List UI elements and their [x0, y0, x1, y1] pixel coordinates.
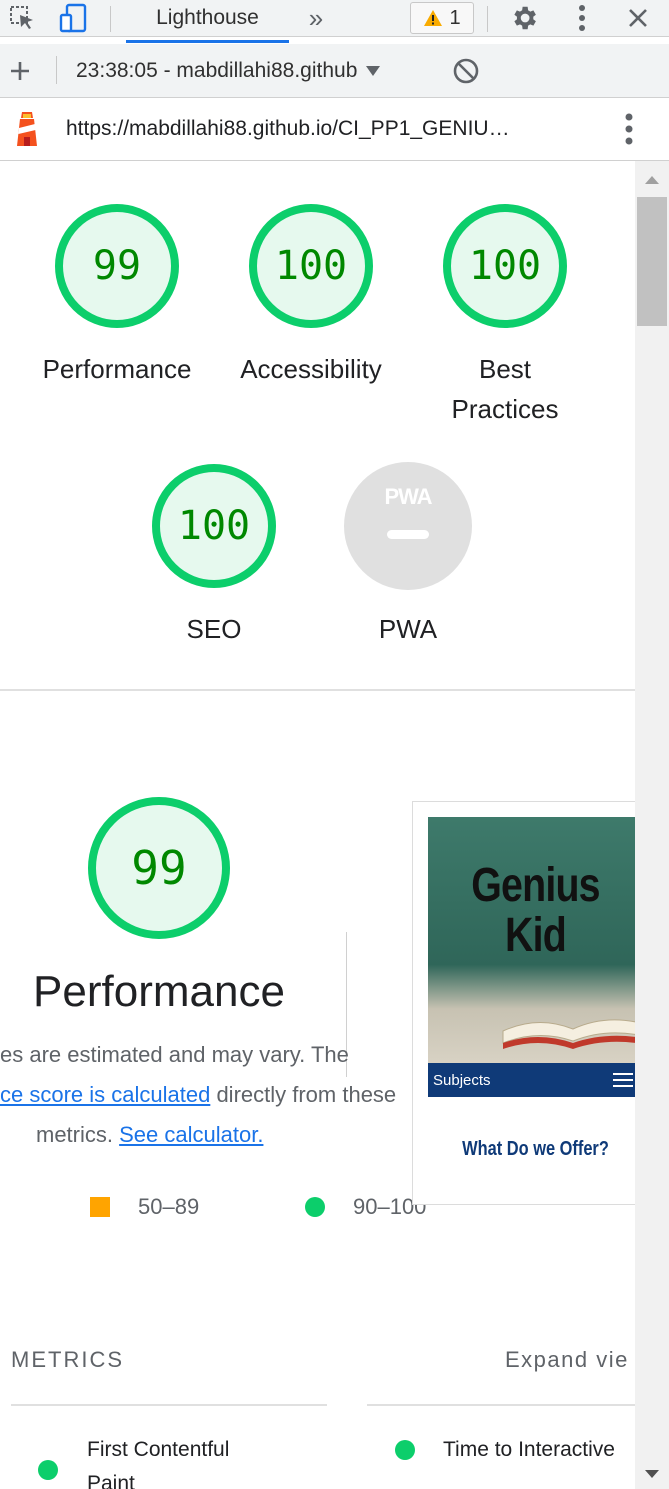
best-practices-gauge[interactable]: 100 [441, 202, 569, 330]
performance-score: 99 [92, 243, 142, 289]
pass-circle-icon [305, 1197, 325, 1217]
score-calculated-link[interactable]: ce score is calculated [0, 1082, 210, 1107]
open-book-icon [502, 1019, 635, 1049]
see-calculator-link[interactable]: See calculator. [119, 1122, 263, 1147]
screenshot-title-line2: Kid [505, 909, 567, 962]
close-icon[interactable] [620, 0, 656, 36]
screenshot-hero-image: Genius Kid [428, 817, 635, 1063]
inspect-element-icon[interactable] [2, 0, 42, 36]
warnings-counter[interactable]: 1 [410, 2, 474, 34]
seo-label: SEO [186, 614, 242, 644]
screenshot-navbar: Subjects [428, 1063, 635, 1097]
report-selector-label: 23:38:05 - mabdillahi88.github [76, 58, 358, 82]
metrics-header: METRICS [11, 1347, 124, 1372]
toolbar-divider [110, 6, 111, 32]
tti-label: Time to Interactive [443, 1438, 615, 1461]
fcp-status-icon [38, 1460, 58, 1480]
screenshot-site-title: Genius Kid [447, 861, 623, 961]
performance-gauge[interactable]: 99 [53, 202, 181, 330]
metric-first-contentful-paint: First Contentful Paint [87, 1433, 229, 1489]
warning-icon [424, 10, 443, 26]
device-toolbar-icon[interactable] [52, 0, 96, 36]
accessibility-score: 100 [274, 243, 348, 289]
more-options-icon[interactable] [566, 0, 598, 36]
pwa-label: PWA [378, 614, 438, 644]
settings-gear-icon[interactable] [504, 0, 544, 36]
performance-description-line1: es are estimated and may vary. The [0, 1042, 349, 1067]
final-screenshot[interactable]: Genius Kid Subjects What Do we Offer? [412, 801, 635, 1205]
performance-description-line2: ce score is calculated directly from the… [0, 1082, 396, 1108]
report-url-bar: https://mabdillahi88.github.io/CI_PP1_GE… [0, 98, 669, 161]
best-practices-label-line1: Best [478, 354, 532, 384]
toolbar-divider [487, 6, 488, 32]
scrollbar-thumb[interactable] [637, 197, 667, 326]
tti-status-icon [395, 1440, 415, 1460]
average-square-icon [90, 1197, 110, 1217]
metric-divider [367, 1404, 635, 1406]
report-selector[interactable]: 23:38:05 - mabdillahi88.github [76, 44, 381, 97]
lighthouse-toolbar: 23:38:05 - mabdillahi88.github [0, 44, 669, 98]
pwa-gauge[interactable]: PWA [344, 462, 472, 590]
performance-title: Performance [33, 967, 285, 1016]
seo-score: 100 [177, 503, 251, 549]
lighthouse-logo-icon [8, 98, 46, 160]
accessibility-label: Accessibility [240, 354, 382, 384]
best-practices-score: 100 [468, 243, 542, 289]
screenshot-title-line1: Genius [471, 859, 600, 912]
fcp-label-line1: First Contentful [87, 1438, 230, 1461]
expand-view-button[interactable]: Expand vie [505, 1347, 629, 1373]
seo-gauge[interactable]: 100 [150, 462, 278, 590]
devtools-main-toolbar: Lighthouse » 1 [0, 0, 669, 37]
performance-description-line2-rest: directly from these [210, 1082, 397, 1107]
screenshot-nav-label: Subjects [433, 1071, 491, 1089]
legend-average: 50–89 [90, 1194, 199, 1220]
pwa-badge-text: PWA [384, 484, 432, 509]
best-practices-label: Best Practices [415, 349, 595, 429]
performance-description-line3: metrics. See calculator. [36, 1122, 263, 1148]
metrics-text: metrics. [36, 1122, 113, 1147]
accessibility-gauge[interactable]: 100 [247, 202, 375, 330]
active-tab-indicator [126, 40, 289, 43]
tab-lighthouse[interactable]: Lighthouse [126, 0, 289, 36]
warning-count: 1 [449, 6, 461, 29]
lighthouse-report: 99 Performance 100 Accessibility 100 Bes… [0, 161, 635, 1489]
legend-average-range: 50–89 [138, 1194, 200, 1219]
report-menu-icon[interactable] [614, 98, 644, 160]
best-practices-label-line2: Practices [451, 394, 559, 424]
section-divider [0, 689, 635, 691]
scrollbar[interactable] [635, 161, 669, 1489]
more-tabs-icon[interactable]: » [298, 0, 334, 36]
scroll-up-arrow-icon[interactable] [644, 175, 660, 185]
metric-divider [11, 1404, 327, 1406]
fcp-label-line2: Paint [87, 1472, 135, 1489]
toolbar-divider [56, 56, 57, 84]
metric-time-to-interactive: Time to Interactive [443, 1433, 615, 1467]
scroll-down-arrow-icon[interactable] [644, 1469, 660, 1479]
new-report-plus-icon[interactable] [2, 44, 38, 97]
clear-reports-icon[interactable] [448, 44, 484, 97]
performance-detail-score: 99 [131, 841, 187, 895]
legend-pass: 90–100 [305, 1194, 426, 1220]
hamburger-menu-icon [613, 1073, 633, 1087]
screenshot-offer-heading: What Do we Offer? [462, 1138, 609, 1160]
report-url: https://mabdillahi88.github.io/CI_PP1_GE… [66, 117, 510, 140]
performance-detail-gauge: 99 [86, 795, 232, 941]
dropdown-arrow-icon [366, 65, 381, 76]
performance-label: Performance [42, 354, 192, 384]
